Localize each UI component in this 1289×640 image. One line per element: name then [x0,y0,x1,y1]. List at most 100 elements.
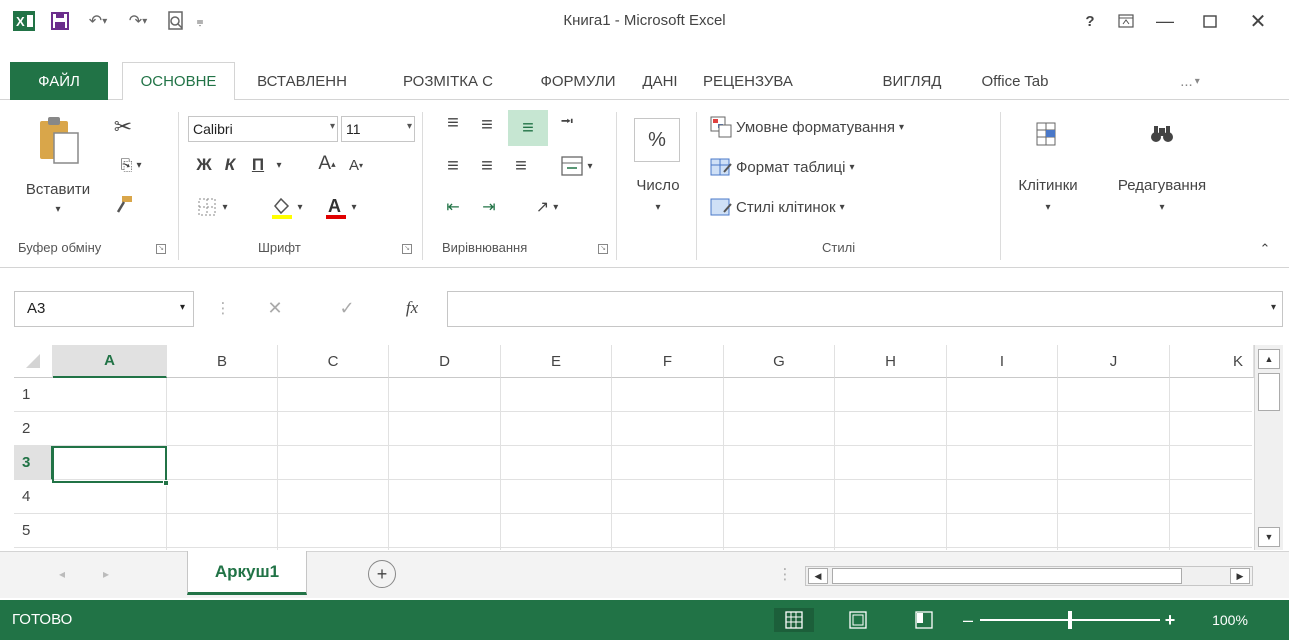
font-name-select[interactable]: Calibri ▾ [188,116,338,142]
underline-button[interactable]: П [246,153,270,177]
scroll-down-icon[interactable]: ▼ [1258,527,1280,547]
tab-formulas[interactable]: ФОРМУЛИ [524,62,632,100]
column-header-c[interactable]: C [278,345,389,378]
tab-more[interactable]: ... ▾ [1170,62,1210,100]
enter-icon[interactable]: ✓ [332,294,362,322]
row-header-5[interactable]: 5 [14,514,53,548]
format-painter-icon[interactable] [108,192,138,218]
paste-button-label[interactable]: Вставити [20,178,96,200]
column-header-g[interactable]: G [724,345,835,378]
wrap-text-icon[interactable]: ⭲ [552,110,582,136]
tab-split-grip-icon[interactable]: ⋮ [778,562,793,586]
vertical-scroll-thumb[interactable] [1258,373,1280,411]
increase-indent-icon[interactable]: ⇥ [474,194,504,220]
editing-dropdown-icon[interactable]: ▾ [1154,198,1170,216]
cells-dropdown-icon[interactable]: ▾ [1040,198,1056,216]
ribbon-display-icon[interactable] [1111,8,1141,34]
tab-file[interactable]: ФАЙЛ [10,62,108,100]
help-button[interactable]: ? [1075,8,1105,34]
middle-align-icon[interactable]: ≡ [474,112,500,138]
horizontal-scroll-thumb[interactable] [832,568,1182,584]
selected-cell-a3[interactable] [52,446,167,483]
zoom-in-icon[interactable]: + [1162,608,1178,632]
cells-icon[interactable] [1026,116,1066,152]
maximize-icon[interactable] [1195,8,1225,34]
merge-center-icon[interactable]: ▾ [548,153,606,179]
tab-insert[interactable]: ВСТАВЛЕНН [238,62,366,100]
number-format-button[interactable]: Число [626,174,690,196]
column-header-d[interactable]: D [389,345,501,378]
zoom-slider[interactable] [980,611,1160,629]
row-header-4[interactable]: 4 [14,480,53,514]
zoom-slider-thumb[interactable] [1068,611,1072,629]
conditional-formatting-button[interactable]: Умовне форматування ▾ [710,112,990,142]
cut-icon[interactable]: ✂ [108,112,138,142]
bottom-align-icon[interactable]: ≡ [508,110,548,146]
sheet-tab[interactable]: Аркуш1 [187,551,307,595]
align-left-icon[interactable]: ≡ [440,153,466,179]
grow-font-button[interactable]: A ▴ [314,150,340,178]
zoom-level[interactable]: 100% [1200,608,1260,632]
page-break-view-icon[interactable] [906,608,942,632]
column-header-j[interactable]: J [1058,345,1170,378]
row-header-1[interactable]: 1 [14,378,53,412]
minimize-icon[interactable]: — [1150,8,1180,34]
tab-page-layout[interactable]: РОЗМІТКА С [382,62,514,100]
column-header-i[interactable]: I [947,345,1058,378]
row-header-2[interactable]: 2 [14,412,53,446]
select-all-corner[interactable] [14,345,53,378]
page-layout-view-icon[interactable] [840,608,876,632]
normal-view-icon[interactable] [774,608,814,632]
formula-input[interactable]: ▾ [447,291,1283,327]
decrease-indent-icon[interactable]: ⇤ [438,194,468,220]
clipboard-launcher-icon[interactable]: ↘ [156,244,166,254]
italic-button[interactable]: К [218,153,242,177]
scroll-sheets-right-icon[interactable]: ▸ [96,562,116,586]
column-header-b[interactable]: B [167,345,278,378]
scroll-right-icon[interactable]: ▶ [1230,568,1250,584]
paste-dropdown-icon[interactable]: ▾ [48,200,68,218]
name-box[interactable]: A3 ▾ [14,291,194,327]
cancel-icon[interactable]: ✕ [260,294,290,322]
tab-data[interactable]: ДАНІ [632,62,688,100]
editing-button[interactable]: Редагування [1098,174,1226,196]
column-header-k[interactable]: K [1170,345,1254,378]
align-right-icon[interactable]: ≡ [508,153,534,179]
underline-dropdown-icon[interactable]: ▾ [272,155,286,175]
fill-color-icon[interactable]: ▾ [262,193,310,221]
tab-home[interactable]: ОСНОВНЕ [122,62,235,101]
close-icon[interactable]: ✕ [1243,8,1273,34]
font-size-select[interactable]: 11 ▾ [341,116,415,142]
tab-office-tab[interactable]: Office Tab [962,62,1068,100]
horizontal-scrollbar[interactable]: ◀ ▶ [805,566,1253,586]
column-header-a[interactable]: A [53,345,167,378]
scroll-up-icon[interactable]: ▲ [1258,349,1280,369]
format-as-table-button[interactable]: Формат таблиці ▾ [710,152,910,182]
cells-button[interactable]: Клітинки [1004,174,1092,196]
alignment-launcher-icon[interactable]: ↘ [598,244,608,254]
insert-function-icon[interactable]: fx [392,294,432,322]
bold-button[interactable]: Ж [192,153,216,177]
collapse-ribbon-icon[interactable]: ⌃ [1254,240,1276,258]
copy-icon[interactable]: ⎘ ▾ [106,152,156,178]
number-dropdown-icon[interactable]: ▾ [650,198,666,216]
column-header-h[interactable]: H [835,345,947,378]
scroll-sheets-left-icon[interactable]: ◂ [52,562,72,586]
font-launcher-icon[interactable]: ↘ [402,244,412,254]
tab-view[interactable]: ВИГЛЯД [866,62,958,100]
zoom-out-icon[interactable]: – [960,608,976,632]
tab-review[interactable]: РЕЦЕНЗУВА [688,62,808,100]
paste-icon[interactable] [34,114,84,170]
fill-handle[interactable] [163,480,169,486]
scroll-left-icon[interactable]: ◀ [808,568,828,584]
new-sheet-icon[interactable]: + [368,560,396,588]
find-icon[interactable] [1142,116,1182,152]
font-color-icon[interactable]: A ▾ [316,193,364,221]
row-header-3[interactable]: 3 [14,446,53,480]
column-header-e[interactable]: E [501,345,612,378]
column-header-f[interactable]: F [612,345,724,378]
top-align-icon[interactable]: ≡ [440,110,466,136]
percent-icon[interactable]: % [634,118,680,162]
align-center-icon[interactable]: ≡ [474,153,500,179]
vertical-scrollbar[interactable]: ▲ ▼ [1254,345,1283,550]
